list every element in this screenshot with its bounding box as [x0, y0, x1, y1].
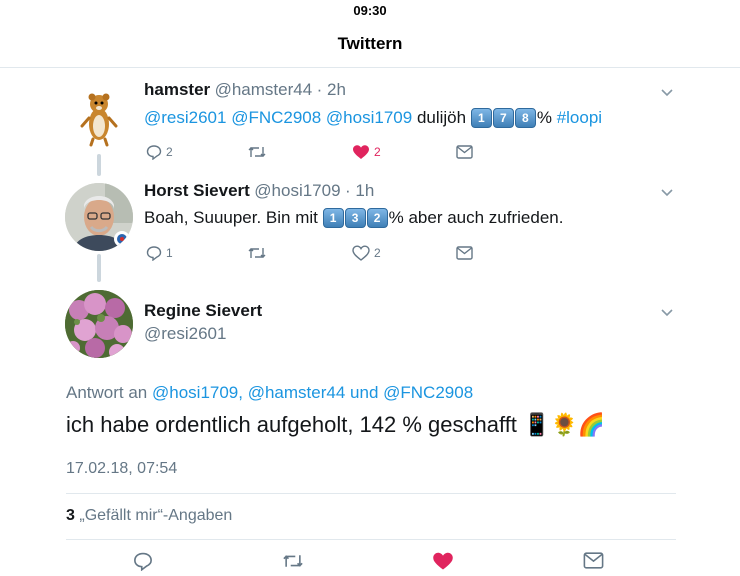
tweet-text-start: Boah, Suuuper. Bin mit	[144, 208, 318, 227]
reply-button[interactable]: 2	[146, 144, 173, 160]
likes-summary[interactable]: 3 „Gefällt mir“-Angaben	[66, 507, 232, 525]
retweet-button[interactable]	[281, 553, 305, 574]
keycap-digit: 8	[514, 108, 536, 128]
avatar-horst[interactable]	[65, 183, 133, 251]
retweet-icon	[248, 248, 266, 258]
like-count: 2	[374, 246, 381, 260]
main-tweet-body: ich habe ordentlich aufgeholt, 142 % ges…	[66, 412, 517, 437]
like-button[interactable]: 2	[352, 245, 381, 261]
retweet-button[interactable]	[247, 246, 267, 260]
author-name[interactable]: hamster	[144, 80, 210, 99]
chevron-down-icon[interactable]	[660, 87, 674, 97]
chevron-down-icon[interactable]	[660, 187, 674, 197]
percent-sign: %	[536, 108, 552, 127]
thread-line	[97, 154, 101, 176]
tweet-header: Horst Sievert @hosi1709 · 1h	[144, 181, 374, 201]
tweet-word: dulijöh	[416, 108, 467, 127]
dm-button[interactable]	[456, 246, 473, 260]
like-button[interactable]: 2	[352, 144, 381, 160]
keycap-digit: 3	[344, 208, 366, 228]
retweet-button[interactable]	[247, 145, 267, 159]
envelope-icon	[456, 145, 473, 159]
chevron-down-icon[interactable]	[660, 307, 674, 317]
keycap-digit: 2	[366, 208, 388, 228]
heart-filled-icon	[433, 552, 453, 570]
reply-context: Antwort an @hosi1709, @hamster44 und @FN…	[66, 383, 473, 403]
tweet-header: hamster @hamster44 · 2h	[144, 80, 346, 100]
envelope-icon	[583, 552, 604, 569]
main-tweet-text: ich habe ordentlich aufgeholt, 142 % ges…	[66, 412, 605, 438]
tweet-text: @resi2601 @FNC2908 @hosi1709 dulijöh 178…	[144, 108, 602, 128]
reply-button[interactable]	[133, 551, 153, 576]
retweet-icon	[248, 147, 266, 157]
likes-label: „Gefällt mir“-Angaben	[79, 507, 233, 524]
author-name[interactable]: Regine Sievert	[144, 301, 262, 321]
tweet-time: · 2h	[316, 80, 346, 99]
reply-icon	[146, 145, 162, 160]
reply-button[interactable]: 1	[146, 245, 173, 261]
page-title: Twittern	[337, 34, 403, 53]
hashtag-link[interactable]: #loopi	[557, 108, 602, 127]
reply-mention-last[interactable]: @FNC2908	[383, 383, 473, 402]
divider	[66, 493, 676, 494]
tweet-text: Boah, Suuuper. Bin mit 1 3 2% aber auch zu…	[144, 208, 563, 228]
reply-count: 2	[166, 145, 173, 159]
reply-and: und	[350, 383, 379, 402]
thread-line	[97, 254, 101, 282]
avatar-regine[interactable]	[65, 290, 133, 358]
reply-icon	[134, 552, 152, 572]
keycap-digit: 1	[470, 108, 492, 128]
like-count: 2	[374, 145, 381, 159]
likes-count: 3	[66, 507, 75, 524]
phone-emoji: 📱	[523, 412, 551, 437]
divider	[66, 539, 676, 540]
sunflower-emoji: 🌻	[550, 412, 578, 437]
avatar-hamster[interactable]	[68, 86, 130, 148]
reply-prefix: Antwort an	[66, 383, 148, 402]
reply-icon	[146, 246, 162, 261]
keycap-digit: 1	[322, 208, 344, 228]
author-handle[interactable]: @hamster44	[215, 80, 313, 99]
author-name[interactable]: Horst Sievert	[144, 181, 250, 200]
keycap-digit: 7	[492, 108, 514, 128]
envelope-icon	[456, 246, 473, 260]
status-bar-time: 09:30	[353, 3, 387, 18]
dm-button[interactable]	[456, 145, 473, 159]
author-handle[interactable]: @resi2601	[144, 324, 226, 344]
heart-outline-icon	[352, 245, 370, 261]
tweet-time: · 1h	[345, 181, 375, 200]
tweet-timestamp: 17.02.18, 07:54	[66, 460, 178, 477]
like-button[interactable]	[432, 551, 454, 576]
author-handle[interactable]: @hosi1709	[254, 181, 340, 200]
nav-divider	[0, 67, 740, 68]
reply-mentions[interactable]: @hosi1709, @hamster44	[152, 383, 345, 402]
rainbow-emoji: 🌈	[577, 412, 606, 437]
tweet-text-end: % aber auch zufrieden.	[388, 208, 564, 227]
heart-filled-icon	[353, 145, 369, 159]
reply-count: 1	[166, 246, 173, 260]
mention-links[interactable]: @resi2601 @FNC2908 @hosi1709	[144, 108, 412, 127]
dm-button[interactable]	[583, 552, 604, 574]
